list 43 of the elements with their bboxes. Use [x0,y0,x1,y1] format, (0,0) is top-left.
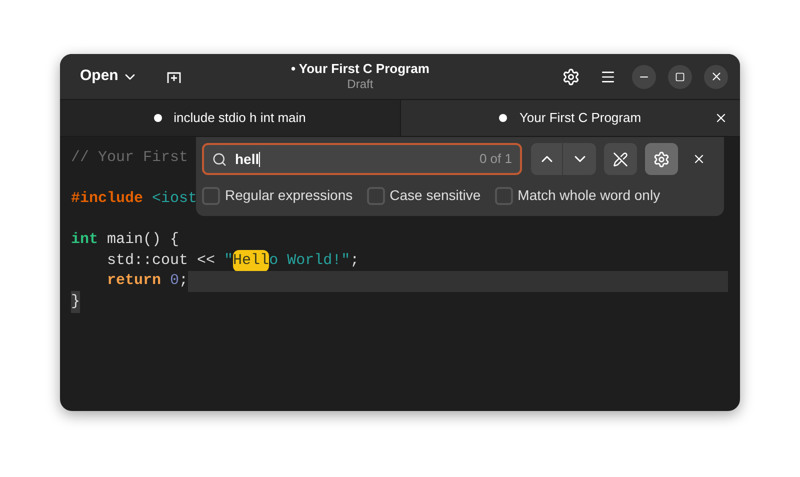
code-token: #include [71,189,144,209]
checkbox-label: Case sensitive [390,186,481,205]
code-token: 0 [169,271,180,291]
maximize-button[interactable] [668,64,692,88]
maximize-icon [675,72,685,82]
menu-icon [600,68,616,84]
search-icon [212,152,227,166]
window-subtitle: Draft [347,77,374,92]
tab-close-button[interactable] [714,111,728,125]
code-token: return [106,271,162,291]
code-token: o World!" [269,250,350,270]
pen-off-icon [613,152,628,166]
checkbox-label: Regular expressions [225,186,353,205]
search-options-button[interactable] [645,143,678,175]
search-text: hell [235,150,260,166]
tab-label: Your First C Program [519,109,642,128]
code-token: ; [350,250,360,270]
search-match: Hell [233,250,270,272]
close-search-button[interactable] [692,152,706,166]
code-token: // Your First [71,148,188,168]
replace-button[interactable] [604,143,637,175]
search-field[interactable]: hell 0 of 1 [202,143,522,175]
code-token: ; [179,271,188,291]
code-token: <iost [151,189,198,209]
code-token: std::cout << [106,250,216,270]
settings-icon [562,68,580,86]
code-token: int [71,230,98,250]
tab[interactable]: include stdio h int main [60,100,400,136]
tab[interactable]: Your First C Program [400,100,740,136]
code-token: " [224,250,234,270]
window-title: • Your First C Program [290,60,430,78]
gear-icon [653,150,670,168]
checkbox[interactable] [202,186,220,204]
checkbox[interactable] [366,186,385,204]
tab-label: include stdio h int main [174,109,306,128]
close-icon [710,70,722,83]
open-button[interactable]: Open [72,61,146,92]
close-button[interactable] [704,64,728,88]
match-count: 0 of 1 [479,150,512,168]
checkbox[interactable] [494,186,513,204]
code-token: } [71,290,80,313]
code-token: main() { [106,230,180,250]
checkbox-label: Match whole word only [518,186,660,205]
